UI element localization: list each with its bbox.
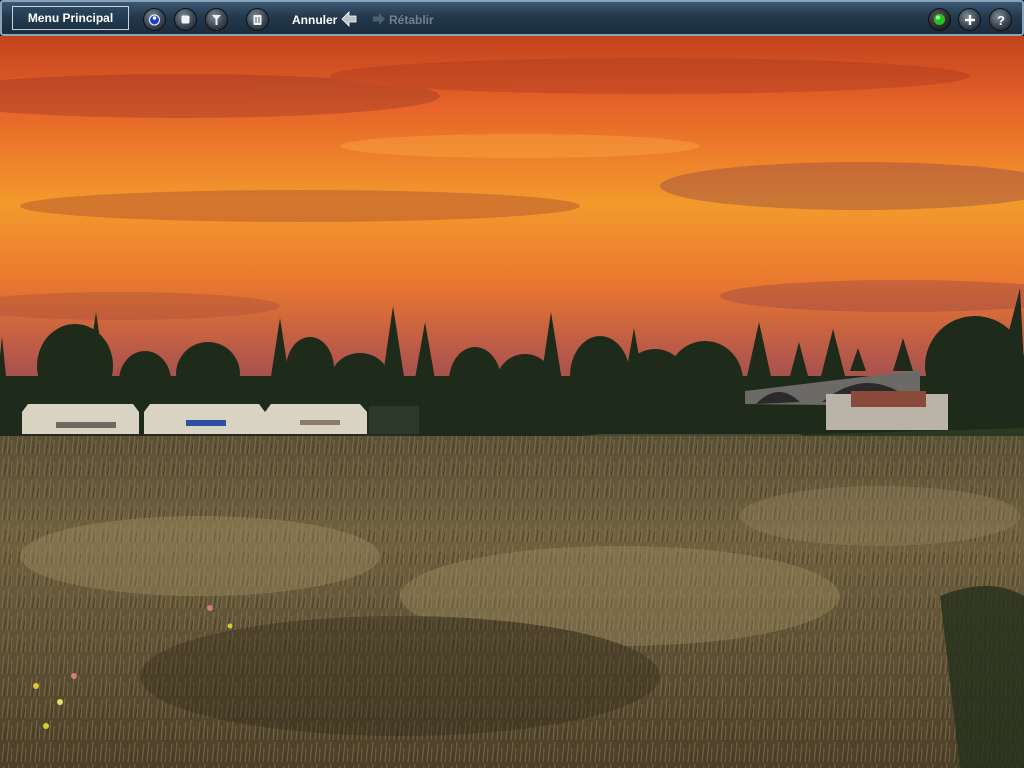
stop-icon <box>181 15 190 24</box>
landscape-scene <box>0 36 1024 768</box>
svg-text:?: ? <box>997 13 1005 27</box>
add-button[interactable] <box>958 8 981 31</box>
hopper-wagon <box>22 404 139 434</box>
help-button[interactable]: ? <box>989 8 1012 31</box>
main-menu-button[interactable]: Menu Principal <box>12 6 129 30</box>
train <box>20 404 420 440</box>
locomotive <box>369 406 419 436</box>
redo-label[interactable]: Rétablir <box>389 13 434 27</box>
add-icon <box>964 14 975 25</box>
help-icon: ? <box>997 13 1005 27</box>
3d-viewport[interactable] <box>0 36 1024 768</box>
tools-icon <box>212 15 221 25</box>
top-toolbar: Menu Principal Annuler Rétablir ? <box>0 0 1024 36</box>
status-light-icon <box>934 14 945 25</box>
status-light-button[interactable] <box>928 8 951 31</box>
delete-button[interactable] <box>246 8 269 31</box>
undo-arrow-icon[interactable] <box>341 11 357 27</box>
driver-icon <box>149 14 160 26</box>
redo-arrow-icon[interactable] <box>372 12 386 26</box>
tools-button[interactable] <box>205 8 228 31</box>
stop-button[interactable] <box>174 8 197 31</box>
hopper-wagon <box>265 404 367 434</box>
undo-label[interactable]: Annuler <box>292 13 337 27</box>
hopper-wagon <box>144 404 265 434</box>
delete-icon <box>253 15 262 25</box>
driver-button[interactable] <box>143 8 166 31</box>
